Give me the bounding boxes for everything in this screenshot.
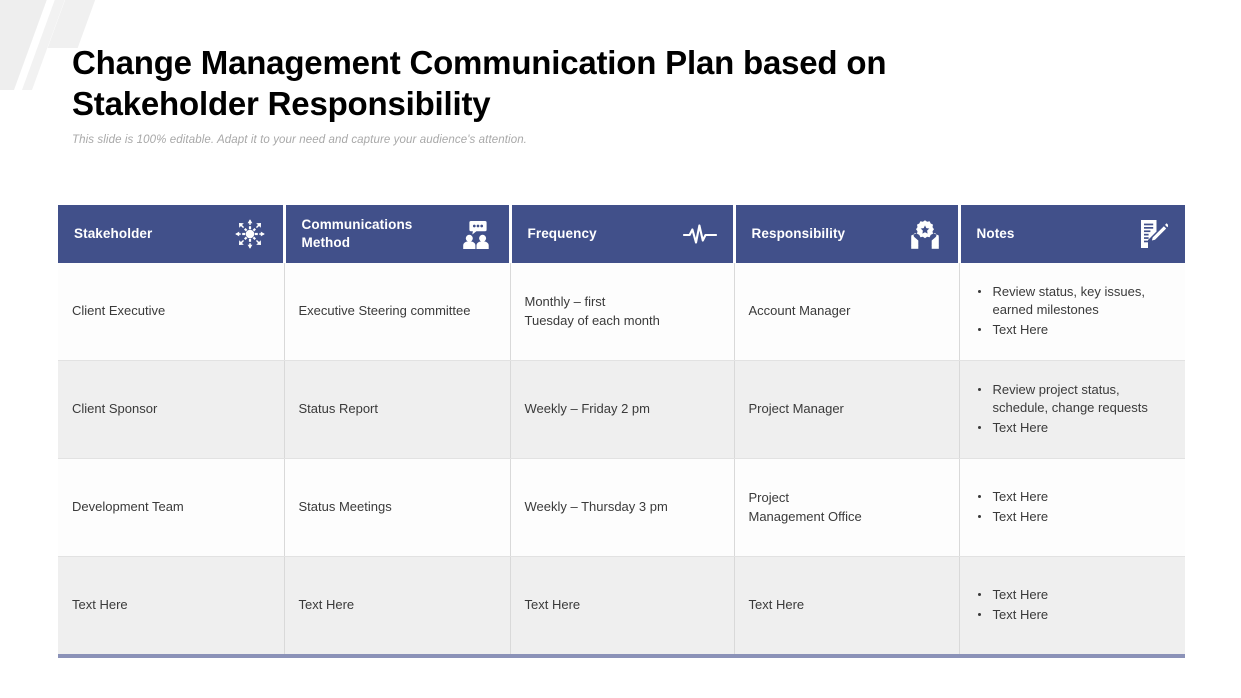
decorative-slash-small [47,0,103,48]
communication-plan-table: Stakeholder Communications Method Freque… [58,205,1185,658]
notes-list: Text Here Text Here [974,586,1172,624]
column-header-label: Notes [976,225,1015,241]
table-body: Client Executive Executive Steering comm… [58,263,1185,658]
notes-list: Review status, key issues, earned milest… [974,283,1172,339]
slide-subtitle: This slide is 100% editable. Adapt it to… [72,133,527,146]
column-header-stakeholder: Stakeholder [58,205,286,263]
list-item: Review status, key issues, earned milest… [974,283,1172,320]
cell-text: Text Here [298,597,355,613]
cell-stakeholder: Text Here [58,556,285,658]
cell-text: Client Executive [72,303,166,319]
decorative-slash-thin [21,0,73,90]
table-row: Client Sponsor Status Report Weekly – Fr… [58,360,1185,459]
cell-method: Executive Steering committee [284,263,511,361]
cell-responsibility: Project Manager [734,360,960,459]
cell-text: Status Report [298,401,379,417]
cell-notes: Text Here Text Here [959,556,1185,658]
cell-text: Project Manager [748,401,844,417]
table-row: Client Executive Executive Steering comm… [58,263,1185,361]
column-header-label: Frequency [527,225,597,241]
people-speech-bubble-icon [459,217,493,251]
cell-text: Monthly – first Tuesday of each month [524,293,660,328]
cell-stakeholder: Client Executive [58,263,285,361]
cell-method: Text Here [284,556,511,658]
cell-text: Development Team [72,499,184,515]
list-item: Text Here [974,586,1172,604]
list-item: Text Here [974,508,1172,526]
column-header-label: Stakeholder [74,225,153,241]
cell-responsibility: Text Here [734,556,960,658]
cell-frequency: Monthly – first Tuesday of each month [510,263,735,361]
cell-notes: Text Here Text Here [959,458,1185,557]
pulse-wave-icon [682,217,717,251]
cell-text: Weekly – Thursday 3 pm [524,499,668,515]
notes-list: Review project status, schedule, change … [974,381,1172,437]
cell-text: Status Meetings [298,499,392,515]
column-header-label: Responsibility [751,225,846,241]
page-title: Change Management Communication Plan bas… [72,44,887,123]
cell-stakeholder: Development Team [58,458,285,557]
cell-text: Text Here [524,597,581,613]
document-pencil-icon [1135,217,1169,251]
cell-text: Project Management Office [748,489,862,524]
column-header-responsibility: Responsibility [734,205,961,263]
column-header-label: Communications Method [301,216,413,250]
list-item: Text Here [974,488,1172,506]
slide-header: Change Management Communication Plan bas… [72,42,1072,146]
decorative-slash-large [0,0,55,90]
column-header-notes: Notes [959,205,1185,263]
table-row: Text Here Text Here Text Here Text Here … [58,556,1185,658]
cell-text: Text Here [72,597,128,613]
cell-method: Status Meetings [284,458,511,557]
list-item: Text Here [974,321,1172,339]
cell-frequency: Text Here [510,556,735,658]
cell-text: Account Manager [748,303,851,319]
gear-arrows-icon [233,217,267,251]
table-header-row: Stakeholder Communications Method Freque… [58,205,1185,263]
list-item: Review project status, schedule, change … [974,381,1172,418]
cell-text: Weekly – Friday 2 pm [524,401,650,417]
table-row: Development Team Status Meetings Weekly … [58,458,1185,557]
column-header-frequency: Frequency [510,205,736,263]
cell-text: Executive Steering committee [298,303,471,319]
cell-notes: Review project status, schedule, change … [959,360,1185,459]
cell-frequency: Weekly – Friday 2 pm [510,360,735,459]
hands-holding-gear-icon [908,217,942,251]
list-item: Text Here [974,606,1172,624]
cell-notes: Review status, key issues, earned milest… [959,263,1185,361]
cell-text: Text Here [748,597,805,613]
cell-frequency: Weekly – Thursday 3 pm [510,458,735,557]
cell-text: Client Sponsor [72,401,158,417]
cell-responsibility: Account Manager [734,263,960,361]
cell-responsibility: Project Management Office [734,458,960,557]
column-header-communications-method: Communications Method [284,205,512,263]
cell-method: Status Report [284,360,511,459]
list-item: Text Here [974,419,1172,437]
notes-list: Text Here Text Here [974,488,1172,526]
cell-stakeholder: Client Sponsor [58,360,285,459]
